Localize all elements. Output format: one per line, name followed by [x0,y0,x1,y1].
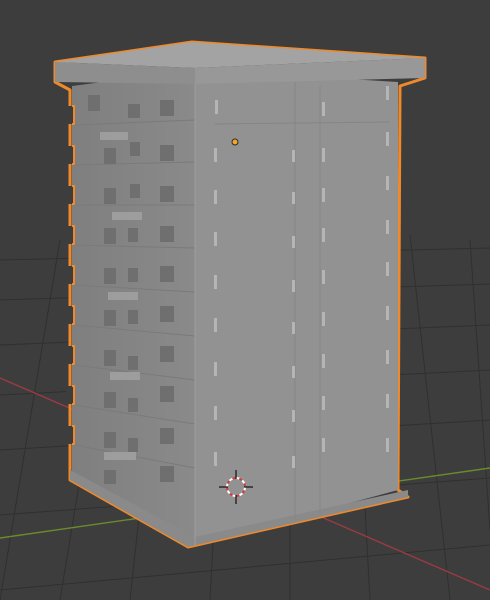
object-origin-icon[interactable] [231,138,239,146]
right-wall [195,70,398,545]
3d-viewport[interactable] [0,0,490,600]
viewport-canvas[interactable] [0,0,490,600]
left-wall [72,70,195,545]
left-edge-notches [66,106,74,444]
building-mesh[interactable] [53,40,427,549]
